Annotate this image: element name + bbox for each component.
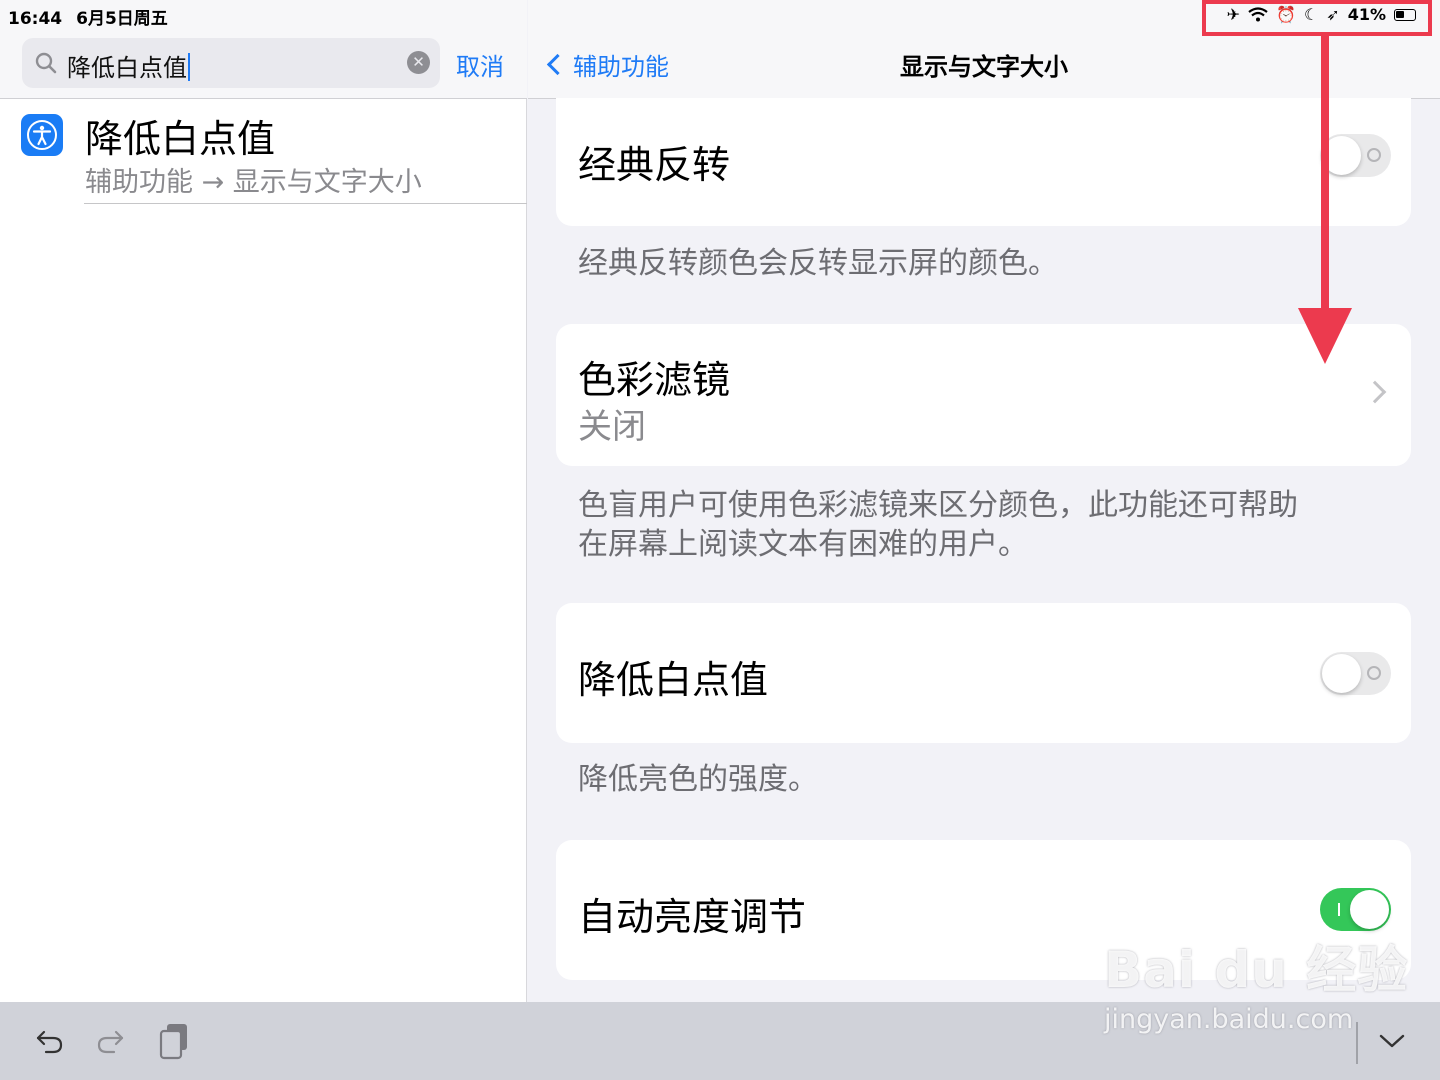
toggle-off-indicator [1367, 148, 1381, 162]
reduce-white-point-toggle[interactable] [1320, 652, 1391, 695]
status-date: 6月5日周五 [76, 9, 168, 29]
reduce-white-point-label: 降低白点值 [578, 658, 769, 702]
classic-invert-label: 经典反转 [578, 143, 731, 187]
divider [84, 203, 527, 204]
reduce-white-point-footer: 降低亮色的强度。 [578, 762, 818, 797]
classic-invert-footer: 经典反转颜色会反转显示屏的颜色。 [578, 246, 1058, 281]
undo-icon[interactable] [34, 1026, 64, 1056]
search-icon [35, 52, 57, 74]
color-filters-footer-line1: 色盲用户可使用色彩滤镜来区分颜色，此功能还可帮助 [578, 488, 1298, 523]
annotation-arrow [1321, 34, 1329, 314]
text-cursor [188, 53, 190, 81]
search-input[interactable]: 降低白点值 [67, 48, 190, 83]
toggle-on-indicator [1338, 903, 1340, 916]
color-filters-label: 色彩滤镜 [578, 358, 731, 402]
auto-brightness-label: 自动亮度调节 [578, 895, 807, 939]
search-field[interactable]: 降低白点值 ✕ [22, 38, 440, 88]
chevron-right-icon [1363, 380, 1387, 404]
toggle-off-indicator [1367, 666, 1381, 680]
page-title: 显示与文字大小 [900, 53, 1068, 81]
arrow-head [1298, 308, 1352, 364]
color-filters-row[interactable]: 色彩滤镜 关闭 [556, 324, 1411, 466]
classic-invert-toggle[interactable] [1320, 134, 1391, 177]
accessibility-icon [21, 114, 63, 156]
clear-icon[interactable]: ✕ [407, 51, 430, 74]
color-filters-value: 关闭 [578, 407, 646, 447]
auto-brightness-toggle[interactable] [1320, 888, 1391, 931]
classic-invert-row[interactable]: 经典反转 [556, 98, 1411, 226]
result-path: 辅助功能 → 显示与文字大小 [85, 167, 422, 198]
highlight-box [1202, 0, 1432, 36]
baidu-watermark: Bai du 经验 jingyan.baidu.com [1104, 930, 1408, 1035]
toggle-knob [1350, 890, 1389, 929]
color-filters-footer-line2: 在屏幕上阅读文本有困难的用户。 [578, 527, 1028, 562]
status-time-date: 16:44 6月5日周五 [8, 4, 182, 29]
watermark-logo: Bai du 经验 [1104, 941, 1409, 999]
cancel-button[interactable]: 取消 [456, 47, 504, 82]
status-time: 16:44 [8, 9, 63, 29]
reduce-white-point-row[interactable]: 降低白点值 [556, 603, 1411, 743]
toggle-knob [1322, 654, 1361, 693]
result-title: 降低白点值 [85, 117, 276, 161]
redo-icon[interactable] [96, 1026, 126, 1056]
search-pane: 降低白点值 ✕ 取消 降低白点值 辅助功能 → 显示与文字大小 [0, 0, 527, 1002]
watermark-url: jingyan.baidu.com [1104, 1004, 1354, 1035]
color-filters-footer: 色盲用户可使用色彩滤镜来区分颜色，此功能还可帮助 在屏幕上阅读文本有困难的用户。 [578, 486, 1378, 564]
paste-icon[interactable] [158, 1022, 192, 1060]
